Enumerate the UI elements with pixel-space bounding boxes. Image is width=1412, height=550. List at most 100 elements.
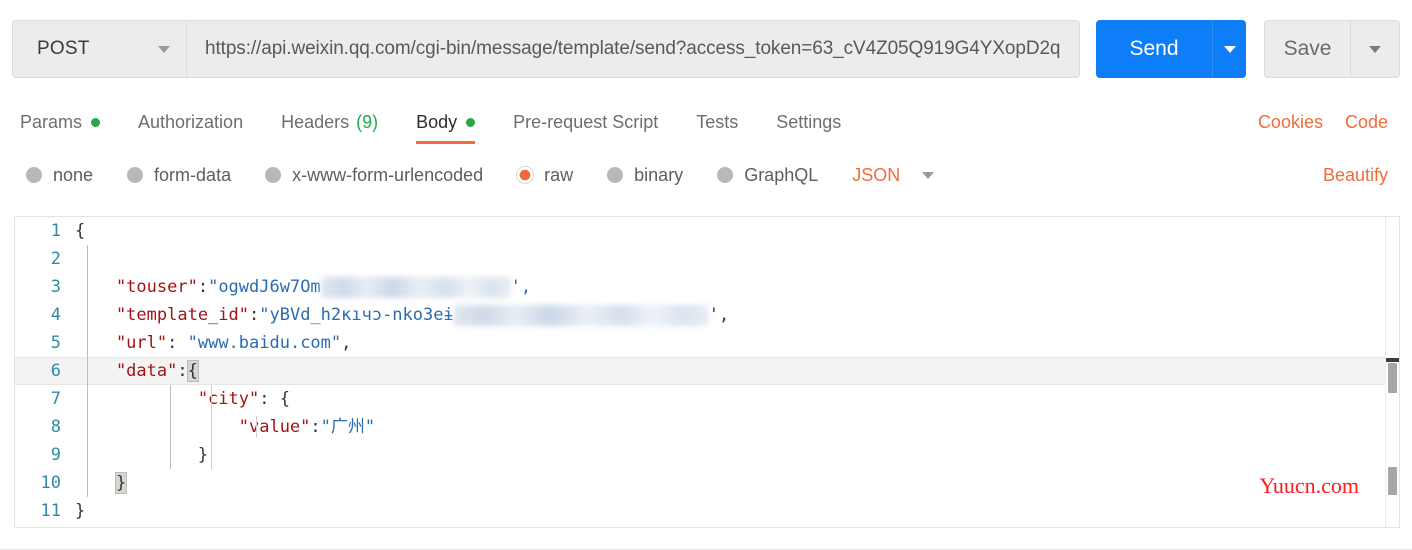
chevron-down-icon bbox=[158, 45, 170, 53]
body-type-raw-label: raw bbox=[544, 164, 574, 185]
send-options-button[interactable] bbox=[1212, 20, 1246, 78]
line-content: "touser":"ogwdJ6w7Om ', bbox=[75, 273, 1399, 301]
save-button-label: Save bbox=[1283, 37, 1332, 60]
body-type-urlencoded-label: x-www-form-urlencoded bbox=[292, 164, 484, 185]
editor-vertical-scrollbar[interactable] bbox=[1385, 217, 1399, 527]
line-number: 10 bbox=[40, 473, 61, 493]
radio-icon bbox=[717, 167, 734, 183]
body-type-none[interactable]: none bbox=[26, 165, 93, 186]
matching-brace-open: { bbox=[186, 360, 199, 382]
code-line: 10 } bbox=[15, 469, 1399, 497]
body-type-bar: none form-data x-www-form-urlencoded raw… bbox=[0, 155, 1412, 195]
status-dot-icon bbox=[91, 117, 101, 127]
body-type-binary[interactable]: binary bbox=[607, 165, 683, 186]
chevron-down-icon bbox=[922, 171, 935, 179]
http-method-label: POST bbox=[37, 38, 90, 59]
line-number: 2 bbox=[50, 249, 61, 269]
body-type-graphql-label: GraphQL bbox=[744, 164, 819, 185]
code-line: 7 "city": { bbox=[15, 385, 1399, 413]
request-tabs: Params Authorization Headers (9) Body Pr… bbox=[20, 100, 879, 144]
tab-tests[interactable]: Tests bbox=[696, 100, 738, 144]
body-type-none-label: none bbox=[53, 164, 94, 185]
radio-icon bbox=[26, 167, 42, 183]
send-button[interactable]: Send bbox=[1096, 20, 1212, 78]
matching-brace-close: } bbox=[114, 472, 128, 494]
watermark: Yuucn.com bbox=[1259, 473, 1359, 498]
radio-icon bbox=[607, 167, 624, 183]
line-content: "url": "www.baidu.com", bbox=[75, 329, 1399, 357]
redacted-value bbox=[320, 276, 511, 298]
line-content: "template_id":"yBVd_h2кıчɔ-nko3eɨ ', bbox=[75, 301, 1399, 329]
save-button[interactable]: Save bbox=[1264, 20, 1350, 78]
line-content: } bbox=[75, 441, 1399, 469]
line-content: "data":{ bbox=[75, 357, 1399, 385]
code-line: 11 } bbox=[15, 497, 1399, 525]
scrollbar-thumb[interactable] bbox=[1386, 358, 1399, 393]
line-number: 6 bbox=[50, 361, 61, 381]
tab-pre-request-script[interactable]: Pre-request Script bbox=[513, 100, 658, 144]
tab-pre-request-script-label: Pre-request Script bbox=[513, 111, 659, 132]
redacted-value bbox=[453, 304, 709, 326]
tab-headers-count: (9) bbox=[356, 111, 379, 132]
body-type-form-data-label: form-data bbox=[154, 164, 232, 185]
beautify-label: Beautify bbox=[1322, 164, 1388, 185]
raw-format-select[interactable]: JSON bbox=[852, 164, 935, 186]
beautify-button[interactable]: Beautify bbox=[1323, 155, 1388, 195]
save-options-button[interactable] bbox=[1350, 20, 1400, 78]
line-content bbox=[75, 245, 1399, 273]
line-number: 5 bbox=[50, 333, 61, 353]
line-content: { bbox=[75, 221, 86, 241]
tab-settings-label: Settings bbox=[776, 111, 842, 132]
code-link[interactable]: Code bbox=[1345, 112, 1388, 133]
send-button-label: Send bbox=[1129, 37, 1179, 60]
tab-tests-label: Tests bbox=[696, 111, 739, 132]
http-method-select[interactable]: POST bbox=[12, 20, 187, 78]
request-url-input[interactable]: https://api.weixin.qq.com/cgi-bin/messag… bbox=[187, 20, 1080, 78]
line-content: "value":"广州" bbox=[75, 413, 1399, 441]
body-type-radio-group: none form-data x-www-form-urlencoded raw… bbox=[26, 155, 935, 195]
code-line-active: 6 "data":{ bbox=[15, 357, 1399, 385]
tab-headers-label: Headers bbox=[281, 111, 350, 132]
code-line: 3 "touser":"ogwdJ6w7Om ', bbox=[15, 273, 1399, 301]
postman-request-pane: POST https://api.weixin.qq.com/cgi-bin/m… bbox=[0, 0, 1412, 550]
body-type-graphql[interactable]: GraphQL bbox=[717, 165, 818, 186]
tab-params-label: Params bbox=[20, 111, 83, 132]
raw-format-label: JSON bbox=[852, 164, 901, 185]
body-type-urlencoded[interactable]: x-www-form-urlencoded bbox=[265, 165, 483, 186]
send-button-group: Send bbox=[1096, 20, 1246, 78]
tab-headers[interactable]: Headers (9) bbox=[281, 100, 378, 144]
tabs-right-links: Cookies Code bbox=[1258, 100, 1388, 144]
radio-selected-icon bbox=[517, 167, 534, 183]
line-content: "city": { bbox=[75, 385, 1399, 413]
request-tabs-bar: Params Authorization Headers (9) Body Pr… bbox=[0, 100, 1412, 144]
status-dot-icon bbox=[466, 117, 476, 127]
line-number: 8 bbox=[50, 417, 61, 437]
scrollbar-thumb-secondary[interactable] bbox=[1388, 467, 1397, 495]
line-number: 11 bbox=[40, 501, 61, 521]
code-line: 9 } bbox=[15, 441, 1399, 469]
code-line: 2 bbox=[15, 245, 1399, 273]
code-line: 4 "template_id":"yBVd_h2кıчɔ-nko3eɨ ', bbox=[15, 301, 1399, 329]
tab-body[interactable]: Body bbox=[416, 100, 476, 144]
tab-params[interactable]: Params bbox=[20, 100, 101, 144]
tab-authorization[interactable]: Authorization bbox=[138, 100, 243, 144]
radio-icon bbox=[265, 167, 282, 183]
chevron-down-icon bbox=[1223, 45, 1236, 53]
tab-body-label: Body bbox=[416, 111, 458, 132]
body-type-form-data[interactable]: form-data bbox=[127, 165, 231, 186]
code-area[interactable]: 1 { 2 3 "touser":"ogwdJ6w7Om ', 4 "templa… bbox=[15, 217, 1399, 527]
line-number: 7 bbox=[50, 389, 61, 409]
tab-authorization-label: Authorization bbox=[138, 111, 244, 132]
line-number: 3 bbox=[50, 277, 61, 297]
chevron-down-icon bbox=[1369, 45, 1381, 53]
code-line: 8 "value":"广州" bbox=[15, 413, 1399, 441]
radio-icon bbox=[127, 167, 144, 183]
request-body-editor[interactable]: 1 { 2 3 "touser":"ogwdJ6w7Om ', 4 "templa… bbox=[14, 216, 1400, 528]
line-number: 1 bbox=[50, 221, 61, 241]
cookies-link[interactable]: Cookies bbox=[1258, 112, 1323, 133]
body-type-raw[interactable]: raw bbox=[517, 165, 573, 186]
request-url-bar: POST https://api.weixin.qq.com/cgi-bin/m… bbox=[12, 20, 1400, 78]
code-line: 1 { bbox=[15, 217, 1399, 245]
tab-settings[interactable]: Settings bbox=[776, 100, 841, 144]
save-button-group: Save bbox=[1264, 20, 1400, 78]
